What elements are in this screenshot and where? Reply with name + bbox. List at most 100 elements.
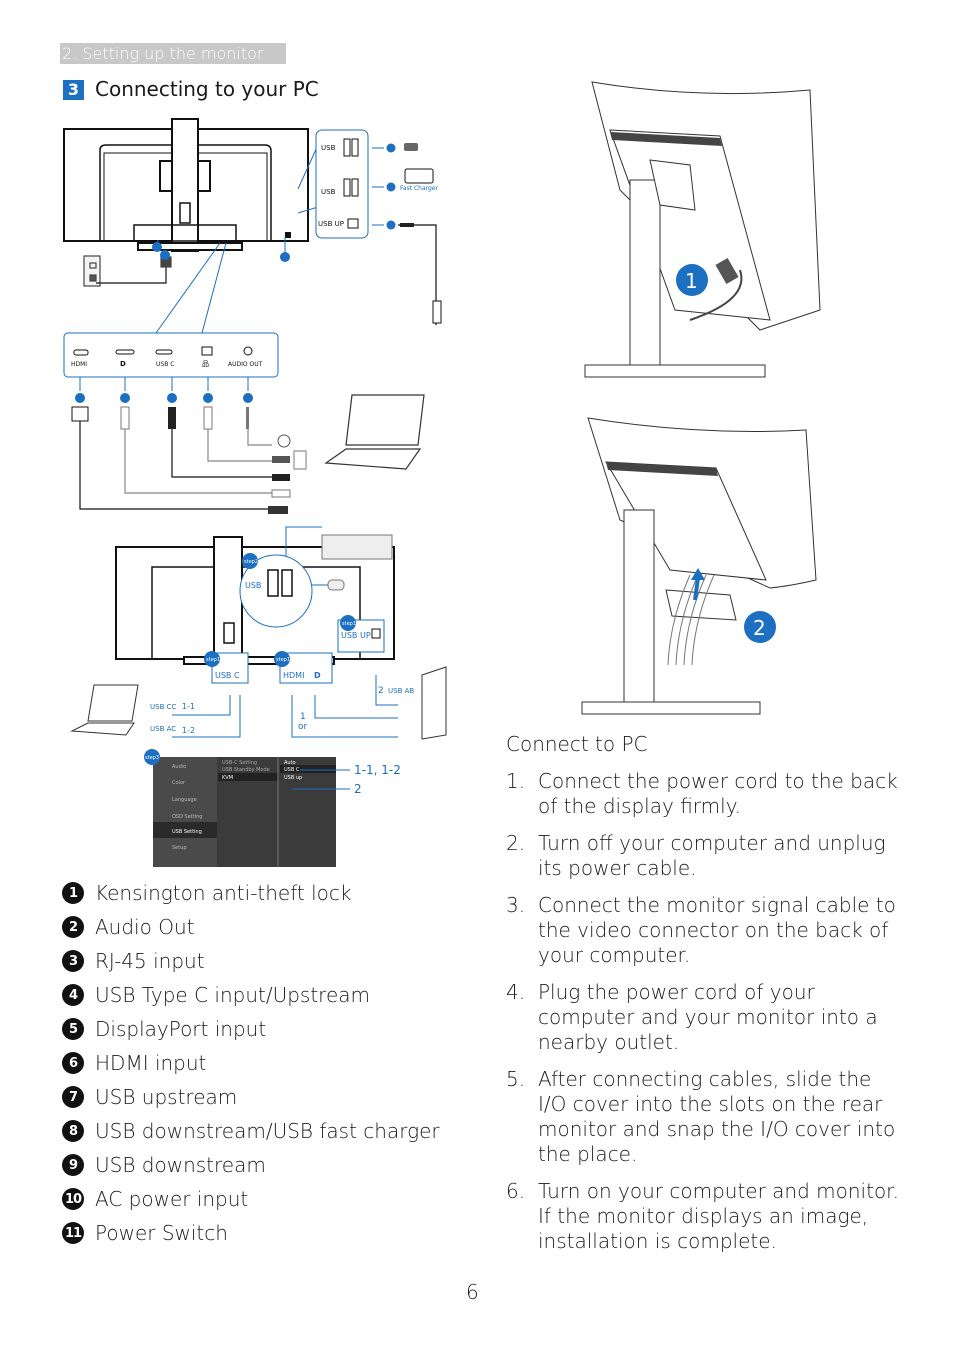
laptop-illustration	[324, 394, 425, 470]
osd-annotation-1: 1-1, 1-2	[354, 763, 401, 777]
number-badge-icon: 1	[62, 882, 84, 904]
dp-label: D	[314, 671, 321, 680]
usb-cc-step: 1-1	[182, 702, 195, 711]
legend-item: 11 Power Switch	[62, 1216, 440, 1250]
instruction-step: 6. Turn on your computer and monitor. If …	[506, 1179, 899, 1253]
svg-text:2: 2	[753, 616, 766, 640]
monitor-side-illustration-2: 2	[581, 417, 817, 715]
legend-item: 6 HDMI input	[62, 1046, 440, 1080]
monitor-rear-illustration	[63, 118, 309, 252]
page-title: Connecting to your PC	[95, 77, 319, 101]
rear-ports-diagram: USB USB USB UP Fast Charger HDMI D USB C…	[63, 118, 442, 514]
svg-text:step3: step3	[145, 755, 159, 761]
usb-port-label-8: USB	[321, 188, 336, 196]
osd-menu-audio: Audio	[172, 764, 186, 770]
phone-icon	[404, 168, 434, 184]
number-badge-icon: 5	[62, 1018, 84, 1040]
usb-port-label-9: USB	[321, 144, 336, 152]
svg-text:step2: step2	[244, 559, 258, 565]
usb-upstream-cable	[398, 224, 437, 325]
callout-7	[386, 220, 396, 230]
callout-8	[386, 182, 396, 192]
cables-illustration	[79, 421, 272, 510]
mouse-icon	[327, 579, 345, 591]
power-outlet-icon	[83, 255, 172, 287]
osd-submenu-usbc: USB-C Setting	[222, 760, 257, 766]
port-label-hdmi: HDMI	[71, 361, 87, 368]
osd-menu-usb-setting: USB Setting	[172, 829, 202, 835]
port-label-usbc: USB C	[156, 361, 174, 368]
legend-item: 7 USB upstream	[62, 1080, 440, 1114]
rear-callout-1	[280, 252, 290, 262]
io-port-panel: HDMI D USB C 品 AUDIO OUT	[63, 332, 279, 378]
port-legend: 1 Kensington anti-theft lock 2 Audio Out 3…	[62, 876, 440, 1250]
usb-side-panel: USB USB USB UP	[315, 129, 369, 239]
legend-item: 3 RJ-45 input	[62, 944, 440, 978]
step-number-badge: 3	[63, 80, 84, 100]
osd-option-auto: Auto	[284, 760, 296, 766]
legend-item: 9 USB downstream	[62, 1148, 440, 1182]
osd-option-usbc: USB C	[284, 767, 300, 773]
svg-text:step1: step1	[206, 657, 220, 663]
usb-ab-step: 2	[378, 686, 384, 696]
callout-6	[75, 393, 85, 403]
instructions-title: Connect to PC	[506, 732, 648, 756]
port-label-rj45-icon: 品	[202, 360, 209, 368]
osd-submenu-standby: USB Standby Mode	[222, 767, 270, 773]
instruction-step: 1. Connect the power cord to the back of …	[506, 769, 898, 818]
fast-charger-label: Fast Charger	[400, 185, 438, 192]
number-badge-icon: 9	[62, 1154, 84, 1176]
osd-option-usbup: USB up	[284, 775, 302, 781]
page-number: 6	[466, 1280, 479, 1304]
port-label-dp: D	[120, 360, 126, 368]
svg-text:step1: step1	[276, 657, 290, 663]
usb-bubble-label: USB	[245, 581, 261, 590]
osd-menu: Audio Color Language OSD Setting USB Set…	[153, 757, 336, 867]
osd-menu-language: Language	[172, 797, 197, 803]
number-badge-icon: 4	[62, 984, 84, 1006]
number-badge-icon: 7	[62, 1086, 84, 1108]
instruction-step: 5. After connecting cables, slide the I/O…	[506, 1067, 896, 1166]
instruction-step: 2. Turn off your computer and unplug its …	[506, 831, 886, 880]
legend-item: 5 DisplayPort input	[62, 1012, 440, 1046]
monitor-side-illustration-1: 1	[584, 81, 821, 378]
number-badge-icon: 3	[62, 950, 84, 972]
headphones-icon	[277, 434, 291, 448]
svg-text:1: 1	[685, 269, 698, 293]
usb-ac-step: 1-2	[182, 726, 195, 735]
legend-item: 8 USB downstream/USB fast charger	[62, 1114, 440, 1148]
usb-cc-label: USB CC	[150, 703, 176, 711]
port-label-audio-out: AUDIO OUT	[228, 361, 263, 368]
callout-9	[386, 143, 396, 153]
legend-item: 1 Kensington anti-theft lock	[62, 876, 440, 910]
osd-submenu-kvm: KVM	[222, 775, 233, 781]
number-badge-icon: 6	[62, 1052, 84, 1074]
osd-annotation-2: 2	[354, 782, 362, 796]
osd-menu-setup: Setup	[172, 845, 187, 851]
wall-jack-icon	[293, 450, 307, 470]
instruction-step: 3. Connect the monitor signal cable to th…	[506, 893, 896, 967]
callout-5	[120, 393, 130, 403]
usb-port-label-7: USB UP	[318, 220, 344, 228]
usb-ab-label: USB AB	[388, 687, 414, 695]
instruction-step: 4. Plug the power cord of your computer a…	[506, 980, 878, 1054]
signal-step: 1	[300, 712, 306, 722]
signal-or: or	[298, 722, 308, 732]
usb-up-label: USB UP	[341, 631, 371, 640]
number-badge-icon: 2	[62, 916, 84, 938]
usb-c-label: USB C	[215, 671, 240, 680]
legend-item: 10 AC power input	[62, 1182, 440, 1216]
osd-menu-osd-setting: OSD Setting	[172, 814, 202, 820]
rear-callout-10	[160, 250, 170, 260]
osd-menu-color: Color	[172, 780, 186, 786]
legend-item: 4 USB Type C input/Upstream	[62, 978, 440, 1012]
section-tag: 2. Setting up the monitor	[60, 43, 286, 64]
svg-text:step1: step1	[342, 621, 356, 627]
connect-instructions: Connect to PC 1. Connect the power cord t…	[506, 732, 906, 1266]
number-badge-icon: 10	[62, 1188, 84, 1210]
keyboard-icon	[321, 534, 393, 560]
kvm-diagram: USB step2 step1 USB UP step1 USB C step1…	[70, 526, 447, 867]
legend-item: 2 Audio Out	[62, 910, 440, 944]
laptop-illustration-2	[70, 684, 139, 736]
hdmi-label: HDMI	[283, 671, 304, 680]
